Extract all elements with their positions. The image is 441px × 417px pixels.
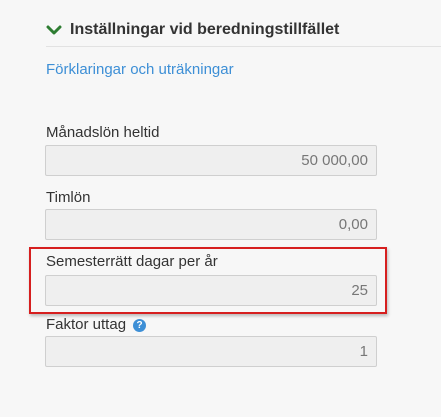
section-title: Inställningar vid beredningstillfället <box>70 21 340 38</box>
chevron-down-icon[interactable] <box>46 22 62 38</box>
hourly-wage-field[interactable] <box>45 209 377 240</box>
hourly-wage-label: Timlön <box>46 189 91 206</box>
vacation-days-label: Semesterrätt dagar per år <box>46 253 218 270</box>
monthly-salary-field[interactable] <box>45 145 377 176</box>
vacation-days-field[interactable] <box>45 275 377 306</box>
monthly-salary-label: Månadslön heltid <box>46 124 160 141</box>
withdrawal-factor-label: Faktor uttag <box>46 316 127 333</box>
withdrawal-factor-field[interactable] <box>45 336 377 367</box>
explanations-link[interactable]: Förklaringar och uträkningar <box>46 61 234 78</box>
help-icon[interactable]: ? <box>133 319 146 332</box>
section-header[interactable]: Inställningar vid beredningstillfället <box>46 18 441 47</box>
